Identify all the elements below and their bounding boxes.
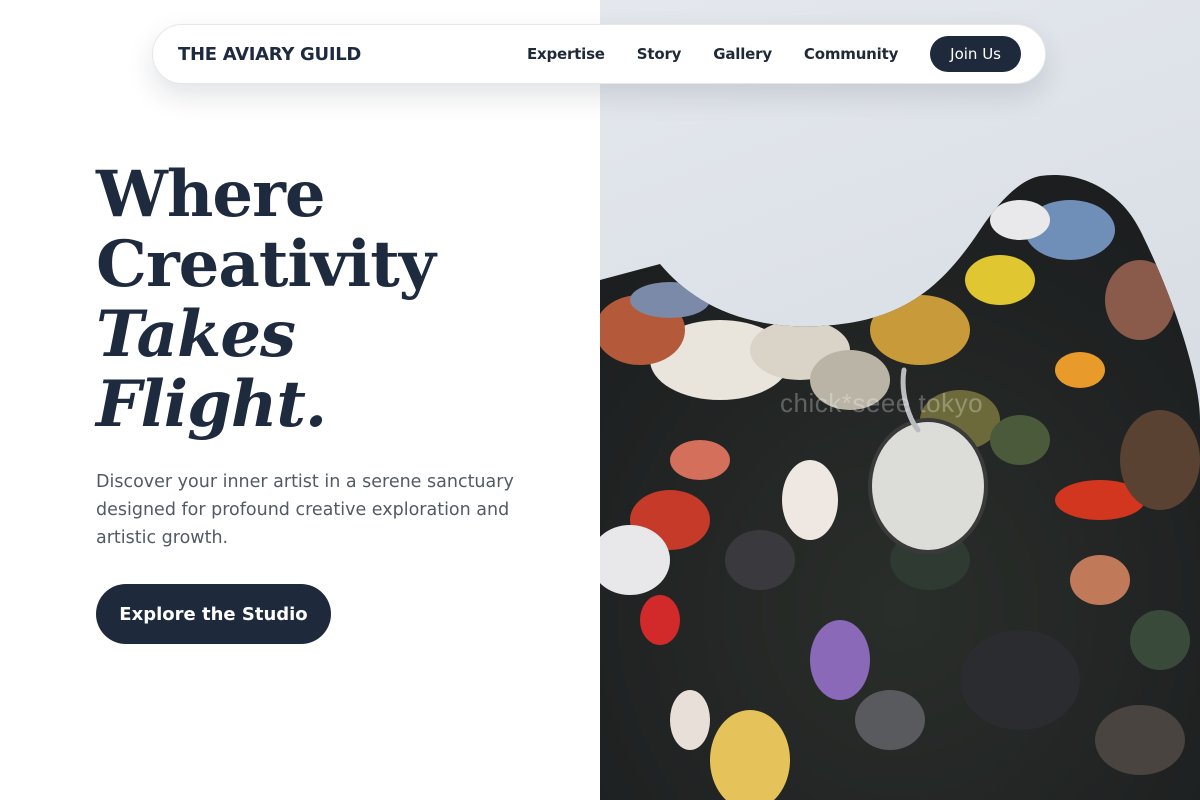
hero-title-line-4: Flight. [96, 367, 327, 442]
image-watermark: chick*seee tokyo [780, 388, 984, 418]
nav-link-expertise[interactable]: Expertise [527, 45, 605, 63]
thumb-hole [868, 418, 988, 554]
hero-title-line-1: Where [96, 157, 326, 232]
top-navbar: THE AVIARY GUILD Expertise Story Gallery… [152, 24, 1046, 84]
hero-title-line-2: Creativity [96, 227, 436, 302]
hero-description: Discover your inner artist in a serene s… [96, 472, 514, 548]
hero-title-line-3: Takes [96, 297, 296, 372]
brand-logo[interactable]: THE AVIARY GUILD [178, 44, 361, 65]
nav-link-community[interactable]: Community [804, 45, 898, 63]
join-us-button[interactable]: Join Us [930, 36, 1021, 72]
nav-link-gallery[interactable]: Gallery [713, 45, 772, 63]
nav-link-story[interactable]: Story [637, 45, 682, 63]
hero-title: Where Creativity Takes Flight. [96, 157, 436, 442]
hero-image: chick*seee tokyo [600, 0, 1200, 800]
explore-studio-button[interactable]: Explore the Studio [96, 584, 331, 644]
nav-links: Expertise Story Gallery Community Join U… [527, 36, 1021, 72]
